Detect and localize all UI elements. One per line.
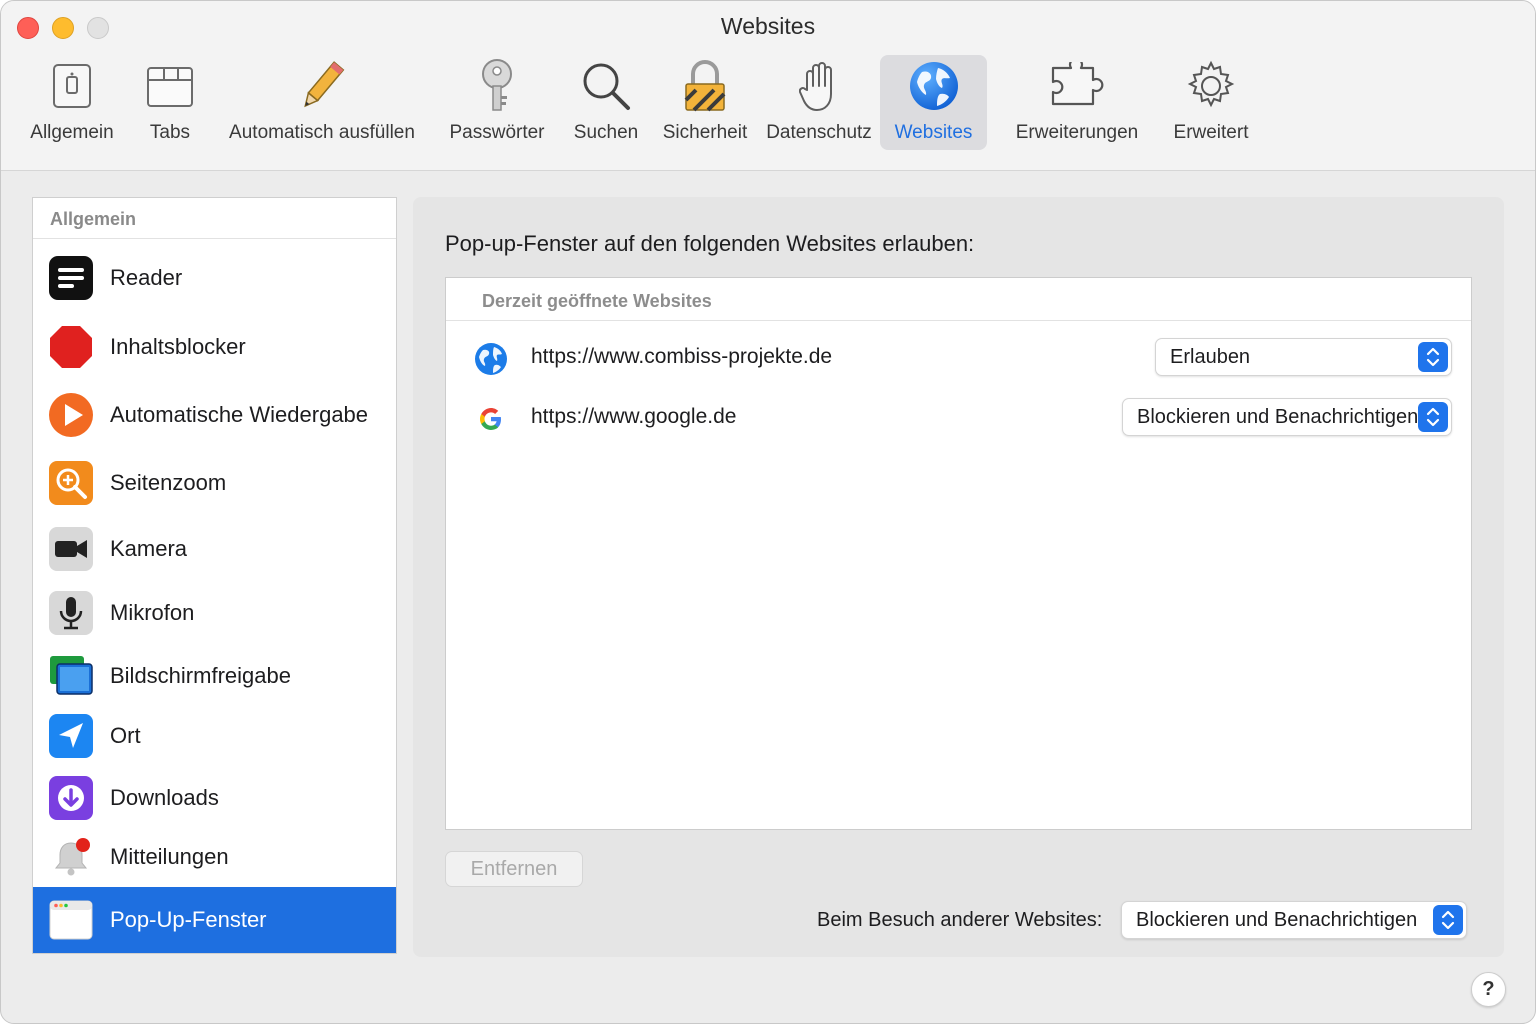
toolbar-label: Datenschutz (766, 122, 872, 143)
select-value: Erlauben (1170, 346, 1251, 368)
tabs-icon (142, 58, 198, 114)
notification-bell-icon (49, 835, 93, 879)
sidebar-item-content-blockers[interactable]: Inhaltsblocker (33, 314, 396, 380)
sidebar-item-label: Kamera (110, 536, 188, 561)
sidebar-item-label: Inhaltsblocker (110, 334, 246, 359)
sidebar-item-reader[interactable]: Reader (33, 245, 396, 311)
preferences-window: Websites Allgemein Tabs Automatisch ausf… (0, 0, 1536, 1024)
remove-button[interactable]: Entfernen (445, 851, 583, 887)
other-websites-select[interactable]: Blockieren und Benachrichtigen (1121, 901, 1467, 939)
sidebar-item-autoplay[interactable]: Automatische Wiedergabe (33, 382, 396, 448)
sidebar-item-label: Mikrofon (110, 600, 195, 625)
toolbar-tab-security[interactable]: Sicherheit (657, 55, 753, 150)
sidebar-header: Allgemein (33, 198, 396, 239)
table-row[interactable]: https://www.combiss-projekte.de Erlauben (446, 328, 1471, 388)
sidebar-item-camera[interactable]: Kamera (33, 516, 396, 582)
table-header: Derzeit geöffnete Websites (446, 278, 1471, 321)
globe-icon (474, 342, 508, 376)
website-setting-select[interactable]: Erlauben (1155, 338, 1452, 376)
popup-window-icon (49, 898, 93, 942)
toolbar-tab-general[interactable]: Allgemein (21, 55, 123, 150)
key-icon (469, 58, 525, 114)
toolbar-tab-autofill[interactable]: Automatisch ausfüllen (219, 55, 425, 150)
reader-icon (49, 256, 93, 300)
sidebar-item-microphone[interactable]: Mikrofon (33, 580, 396, 646)
window-title: Websites (720, 13, 816, 39)
chevron-up-down-icon (1433, 905, 1463, 935)
panel-heading: Pop-up-Fenster auf den folgenden Website… (445, 231, 975, 256)
table-row[interactable]: https://www.google.de Blockieren und Ben… (446, 388, 1471, 448)
sidebar-item-downloads[interactable]: Downloads (33, 765, 396, 831)
camera-icon (49, 527, 93, 571)
sidebar: Allgemein Reader Inhaltsblocker Automati… (32, 197, 397, 954)
sidebar-item-notifications[interactable]: Mitteilungen (33, 824, 396, 890)
website-url: https://www.combiss-projekte.de (531, 345, 833, 368)
sidebar-item-label: Bildschirmfreigabe (110, 663, 291, 688)
sidebar-item-label: Downloads (110, 785, 219, 810)
sidebar-item-label: Ort (110, 723, 141, 748)
lock-icon (677, 58, 733, 114)
chevron-up-down-icon (1418, 342, 1448, 372)
toolbar-label: Automatisch ausfüllen (229, 122, 415, 143)
play-icon (49, 393, 93, 437)
other-websites-label: Beim Besuch anderer Websites: (817, 909, 1103, 931)
sidebar-item-popup-windows[interactable]: Pop-Up-Fenster (33, 887, 396, 953)
toolbar-label: Suchen (573, 122, 639, 143)
sidebar-item-label: Mitteilungen (110, 844, 229, 869)
google-logo-icon (474, 402, 508, 436)
chevron-up-down-icon (1418, 402, 1448, 432)
toolbar-label: Passwörter (449, 122, 545, 143)
sidebar-item-label: Reader (110, 265, 183, 290)
toolbar-tab-advanced[interactable]: Erweitert (1165, 55, 1257, 150)
toolbar-tab-passwords[interactable]: Passwörter (443, 55, 551, 150)
globe-icon (906, 58, 962, 114)
toolbar-tab-websites[interactable]: Websites (880, 55, 987, 150)
sidebar-item-screen-sharing[interactable]: Bildschirmfreigabe (33, 643, 396, 709)
websites-table: Derzeit geöffnete Websites https://www.c… (445, 277, 1472, 830)
general-switch-icon (44, 58, 100, 114)
toolbar-label: Websites (894, 122, 973, 143)
toolbar-label: Erweiterungen (1015, 122, 1139, 143)
screen-share-icon (49, 654, 93, 698)
toolbar-label: Allgemein (30, 122, 114, 143)
microphone-icon (49, 591, 93, 635)
magnifier-icon (578, 58, 634, 114)
select-value: Blockieren und Benachrichtigen (1137, 406, 1419, 428)
pencil-icon (294, 58, 350, 114)
help-button[interactable]: ? (1471, 972, 1506, 1007)
toolbar-tab-search[interactable]: Suchen (567, 55, 645, 150)
toolbar-label: Sicherheit (662, 122, 748, 143)
website-url: https://www.google.de (531, 405, 737, 428)
download-icon (49, 776, 93, 820)
sidebar-item-label: Pop-Up-Fenster (110, 907, 267, 932)
sidebar-item-label: Automatische Wiedergabe (110, 402, 369, 427)
select-value: Blockieren und Benachrichtigen (1136, 909, 1418, 931)
website-setting-select[interactable]: Blockieren und Benachrichtigen (1122, 398, 1452, 436)
toolbar: Websites Allgemein Tabs Automatisch ausf… (1, 1, 1535, 171)
location-icon (49, 714, 93, 758)
toolbar-label: Tabs (149, 122, 191, 143)
settings-panel: Pop-up-Fenster auf den folgenden Website… (413, 197, 1504, 957)
toolbar-label: Erweitert (1173, 122, 1249, 143)
zoom-icon (49, 461, 93, 505)
toolbar-tab-privacy[interactable]: Datenschutz (763, 55, 875, 150)
stop-sign-icon (49, 325, 93, 369)
toolbar-tab-extensions[interactable]: Erweiterungen (1007, 55, 1147, 150)
gear-icon (1183, 58, 1239, 114)
sidebar-item-location[interactable]: Ort (33, 703, 396, 769)
toolbar-tab-tabs[interactable]: Tabs (139, 55, 201, 150)
puzzle-icon (1049, 58, 1105, 114)
hand-icon (791, 58, 847, 114)
sidebar-item-label: Seitenzoom (110, 470, 227, 495)
sidebar-item-page-zoom[interactable]: Seitenzoom (33, 450, 396, 516)
